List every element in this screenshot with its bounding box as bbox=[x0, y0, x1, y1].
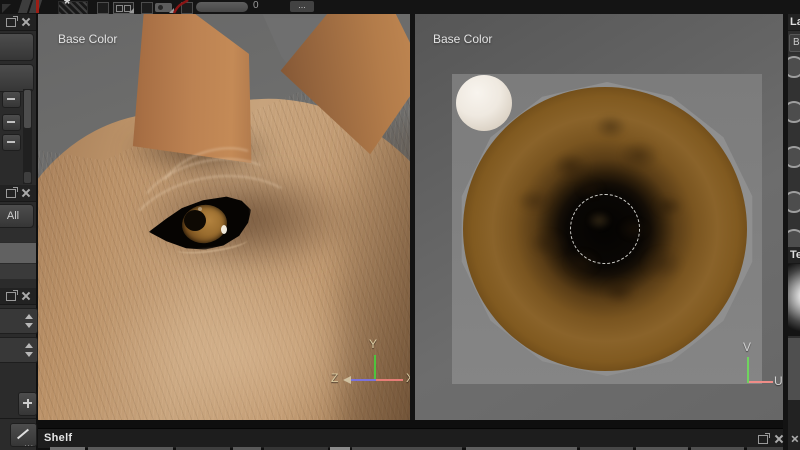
white-sphere-texture bbox=[456, 75, 512, 131]
ellipsis-button[interactable]: ... bbox=[290, 1, 314, 12]
spin-down-icon[interactable] bbox=[25, 323, 33, 328]
axis-u-label: U bbox=[774, 374, 783, 388]
pattern-tool-icon[interactable] bbox=[58, 1, 88, 15]
panel-block bbox=[788, 400, 800, 450]
axis-v-line bbox=[747, 357, 749, 383]
material-sphere-preview bbox=[788, 264, 800, 336]
pencil-icon bbox=[16, 428, 30, 440]
popup-icon[interactable] bbox=[6, 187, 18, 198]
spin-down-icon[interactable] bbox=[25, 352, 33, 357]
popup-icon[interactable] bbox=[6, 290, 18, 301]
model-eye-pupil bbox=[184, 210, 206, 231]
list-item[interactable] bbox=[0, 228, 36, 242]
spin-up-icon[interactable] bbox=[25, 343, 33, 348]
toolbar-slider[interactable] bbox=[196, 2, 248, 12]
left-panel: All bbox=[0, 14, 38, 450]
spinner-field[interactable] bbox=[0, 308, 38, 334]
logo-red-stroke-icon bbox=[36, 0, 39, 13]
popup-icon[interactable] bbox=[758, 433, 770, 444]
blend-mode-button[interactable]: B bbox=[789, 34, 800, 52]
panel-block bbox=[788, 338, 800, 400]
spin-up-icon[interactable] bbox=[25, 314, 33, 319]
dropdown-button[interactable] bbox=[2, 114, 21, 131]
axis-z-label: Z bbox=[331, 371, 339, 385]
axis-z-line bbox=[350, 379, 376, 381]
shelf-header: Shelf bbox=[38, 428, 783, 448]
dropdown-button[interactable] bbox=[2, 91, 21, 108]
panel-header bbox=[0, 185, 36, 202]
layer-thumbnail-circle[interactable] bbox=[788, 191, 800, 213]
viewport-2d[interactable]: Base Color V U bbox=[415, 14, 783, 420]
popup-icon[interactable] bbox=[6, 16, 18, 27]
layer-thumbnail-circle[interactable] bbox=[788, 56, 800, 78]
panel-header bbox=[0, 288, 36, 305]
channel-label-2d: Base Color bbox=[433, 32, 493, 46]
scrollbar[interactable] bbox=[23, 89, 32, 184]
scrollbar-cap[interactable] bbox=[24, 172, 31, 183]
layer-thumbnail-circle[interactable] bbox=[788, 146, 800, 168]
axis-u-line bbox=[749, 381, 773, 383]
layers-panel-title: La bbox=[788, 14, 800, 31]
corner-icon[interactable] bbox=[2, 4, 11, 13]
all-button[interactable]: All bbox=[0, 204, 34, 228]
top-toolbar: * 0 ... bbox=[0, 0, 800, 15]
edit-pencil-button[interactable] bbox=[10, 423, 37, 448]
axis-v-label: V bbox=[743, 340, 752, 354]
dropdown-button[interactable] bbox=[2, 134, 21, 151]
scrollbar-thumb[interactable] bbox=[24, 90, 31, 128]
axis-z-arrow bbox=[343, 376, 351, 384]
pen-pressure-curve-icon[interactable] bbox=[172, 0, 190, 14]
application-window: * 0 ... All ... Base Color Y Z Base Colo… bbox=[0, 0, 800, 450]
right-panel: La B Te bbox=[788, 14, 800, 450]
panel-header bbox=[0, 14, 36, 31]
dropdown-arrow-icon[interactable] bbox=[129, 8, 134, 13]
list-item[interactable] bbox=[0, 264, 36, 279]
frame-tool-icon[interactable] bbox=[141, 2, 153, 14]
spinner-field[interactable] bbox=[0, 337, 38, 363]
shelf-title: Shelf bbox=[44, 432, 73, 444]
eye-highlight bbox=[198, 207, 202, 211]
divider bbox=[0, 418, 36, 419]
wide-button[interactable] bbox=[0, 64, 34, 92]
channel-label-3d: Base Color bbox=[58, 32, 118, 46]
close-icon[interactable] bbox=[791, 435, 798, 442]
shelf-panel: Shelf bbox=[38, 420, 783, 450]
toolbar-value[interactable]: 0 bbox=[253, 0, 259, 11]
pupil-dashed-outline bbox=[570, 194, 640, 264]
add-button[interactable] bbox=[18, 392, 37, 416]
wide-button[interactable] bbox=[0, 33, 34, 61]
close-icon[interactable] bbox=[21, 17, 30, 26]
axis-y-line bbox=[374, 355, 376, 380]
list-item-selected[interactable] bbox=[0, 243, 36, 263]
textureset-panel-title: Te bbox=[788, 247, 800, 264]
axis-x-line bbox=[376, 379, 403, 381]
star-icon[interactable]: * bbox=[64, 0, 70, 14]
uv-canvas[interactable] bbox=[452, 74, 762, 384]
close-icon[interactable] bbox=[21, 291, 30, 300]
axis-y-label: Y bbox=[369, 337, 378, 351]
eye-highlight bbox=[221, 225, 227, 234]
viewport-3d[interactable]: Base Color Y X Z bbox=[38, 14, 410, 420]
layer-thumbnail-circle[interactable] bbox=[788, 101, 800, 123]
close-icon[interactable] bbox=[774, 434, 783, 443]
close-icon[interactable] bbox=[21, 188, 30, 197]
frame-tool-icon[interactable] bbox=[97, 2, 109, 14]
